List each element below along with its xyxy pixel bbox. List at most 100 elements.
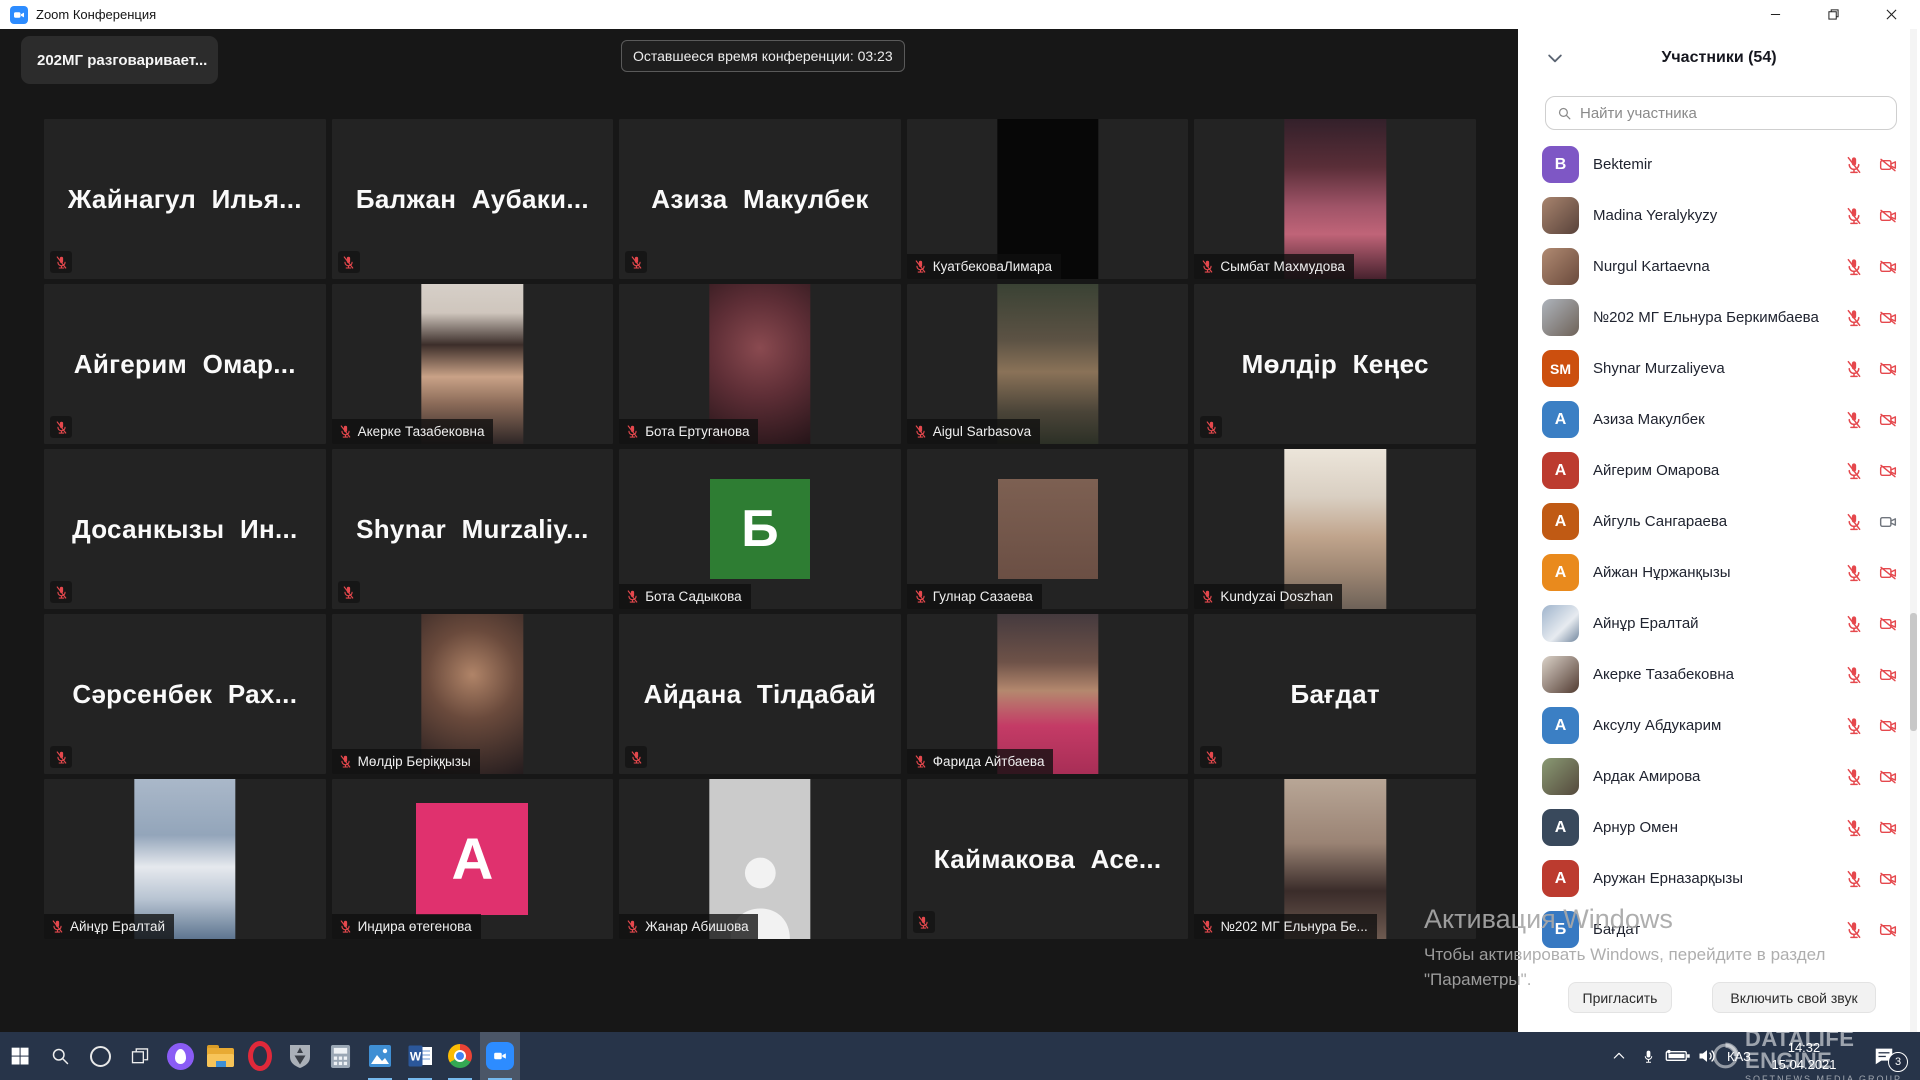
video-tile[interactable]: Акерке Тазабековна [332,284,614,444]
video-tile[interactable]: Айнұр Ералтай [44,779,326,939]
participant-status-icons [1844,563,1898,583]
muted-mic-icon [50,746,72,768]
photos-taskbar-icon[interactable] [360,1032,400,1080]
video-tile[interactable]: Бағдат [1194,614,1476,774]
word-taskbar-icon[interactable]: W [400,1032,440,1080]
start-taskbar-icon[interactable] [0,1032,40,1080]
avatar-letter: А [1542,707,1579,744]
tray-language-indicator[interactable]: КАЗ [1722,1032,1756,1080]
restore-button[interactable] [1804,0,1862,29]
video-off-icon [1878,155,1898,175]
egg-app-taskbar-icon[interactable] [160,1032,200,1080]
video-tile[interactable]: Сымбат Махмудова [1194,119,1476,279]
video-tile[interactable]: Shynar Murzaliy... [332,449,614,609]
participant-row[interactable]: ААйжан Нұржанқызы [1518,547,1910,598]
video-tile[interactable]: Айдана Тілдабай [619,614,901,774]
video-tile[interactable]: Досанкызы Ин... [44,449,326,609]
avatar [1542,299,1579,336]
tray-battery-icon[interactable] [1664,1032,1692,1080]
world-of-tanks-taskbar-icon[interactable] [280,1032,320,1080]
participants-title: Участники (54) [1518,29,1920,87]
tile-name-label: Бота Ертуганова [619,419,758,444]
video-tile[interactable]: КуатбековаЛимара [907,119,1189,279]
participant-row[interactable]: Madina Yeralykyzy [1518,190,1910,241]
unmute-button[interactable]: Включить свой звук [1712,982,1876,1013]
task-view-taskbar-icon[interactable] [120,1032,160,1080]
participant-name: Айгуль Сангараева [1593,513,1727,530]
window-titlebar: Zoom Конференция [0,0,1920,29]
minimize-button[interactable] [1746,0,1804,29]
tray-chevron-up-icon[interactable] [1610,1032,1628,1080]
video-tile[interactable]: Каймакова Асе... [907,779,1189,939]
video-tile[interactable]: АИндира өтегенова [332,779,614,939]
panel-scrollbar-track [1910,29,1917,1032]
participant-row[interactable]: ААрнур Омен [1518,802,1910,853]
participant-row[interactable]: Ардак Амирова [1518,751,1910,802]
muted-mic-icon [1200,416,1222,438]
muted-mic-icon [1844,563,1864,583]
video-tile[interactable]: Aigul Sarbasova [907,284,1189,444]
speaking-toast: 202МГ разговаривает... [21,36,218,84]
cortana-taskbar-icon[interactable] [80,1032,120,1080]
tile-participant-name: Досанкызы Ин... [44,449,326,609]
file-explorer-taskbar-icon[interactable] [200,1032,240,1080]
participant-row[interactable]: ААйгерим Омарова [1518,445,1910,496]
muted-mic-icon [1844,257,1864,277]
tile-name-label: Гулнар Сазаева [907,584,1042,609]
avatar-letter: А [1542,554,1579,591]
muted-mic-icon [625,919,640,934]
search-input[interactable] [1578,98,1882,128]
muted-mic-icon [1844,512,1864,532]
participant-row[interactable]: ААксулу Абдукарим [1518,700,1910,751]
avatar-letter: Б [710,479,810,579]
video-tile[interactable]: №202 МГ Ельнура Бе... [1194,779,1476,939]
participant-row[interactable]: ААзиза Макулбек [1518,394,1910,445]
panel-scrollbar-thumb[interactable] [1910,613,1917,731]
video-tile[interactable]: Мөлдір Кеңес [1194,284,1476,444]
participant-row[interactable]: №202 МГ Ельнура Беркимбаева [1518,292,1910,343]
video-tile[interactable]: Kundyzai Doszhan [1194,449,1476,609]
invite-button[interactable]: Пригласить [1568,982,1672,1013]
video-tile[interactable]: Сәрсенбек Рах... [44,614,326,774]
tray-microphone-icon[interactable] [1640,1032,1656,1080]
video-tile[interactable]: Гулнар Сазаева [907,449,1189,609]
search-taskbar-icon[interactable] [40,1032,80,1080]
close-button[interactable] [1862,0,1920,29]
chrome-taskbar-icon[interactable] [440,1032,480,1080]
tile-name-label: Акерке Тазабековна [332,419,494,444]
calculator-taskbar-icon[interactable] [320,1032,360,1080]
video-tile[interactable]: ББота Садыкова [619,449,901,609]
tile-participant-name: Каймакова Асе... [907,779,1189,939]
opera-taskbar-icon[interactable] [240,1032,280,1080]
video-tile[interactable]: Айгерим Омар... [44,284,326,444]
tile-participant-name: Гулнар Сазаева [933,589,1033,604]
participant-row[interactable]: Акерке Тазабековна [1518,649,1910,700]
tray-speaker-icon[interactable] [1696,1032,1718,1080]
participant-row[interactable]: ААружан Ерназарқызы [1518,853,1910,904]
participant-row[interactable]: ААйгуль Сангараева [1518,496,1910,547]
muted-mic-icon [1844,716,1864,736]
zoom-taskbar-icon[interactable] [480,1032,520,1080]
avatar [1542,656,1579,693]
tray-clock[interactable]: 14:32 15.04.2021 [1758,1032,1850,1080]
video-tile[interactable]: Жанар Абишова [619,779,901,939]
taskbar: W КАЗ 14:32 15.04.2021 3 [0,1032,1920,1080]
participant-row[interactable]: ББағдат [1518,904,1910,955]
participant-name: Арнур Омен [1593,819,1678,836]
video-tile[interactable]: Балжан Аубаки... [332,119,614,279]
video-tile[interactable]: Азиза Макулбек [619,119,901,279]
participant-row[interactable]: Айнұр Ералтай [1518,598,1910,649]
video-tile[interactable]: Мөлдір Беріққызы [332,614,614,774]
video-tile[interactable]: Жайнагул Илья... [44,119,326,279]
avatar-letter: А [1542,860,1579,897]
muted-mic-icon [1200,919,1215,934]
participant-status-icons [1844,716,1898,736]
participant-row[interactable]: SMShynar Murzaliyeva [1518,343,1910,394]
participant-name: Nurgul Kartaevna [1593,258,1710,275]
participant-row[interactable]: BBektemir [1518,139,1910,190]
participant-row[interactable]: Nurgul Kartaevna [1518,241,1910,292]
avatar-letter: А [416,803,528,915]
tray-notifications-icon[interactable]: 3 [1864,1032,1904,1080]
video-tile[interactable]: Фарида Айтбаева [907,614,1189,774]
video-tile[interactable]: Бота Ертуганова [619,284,901,444]
